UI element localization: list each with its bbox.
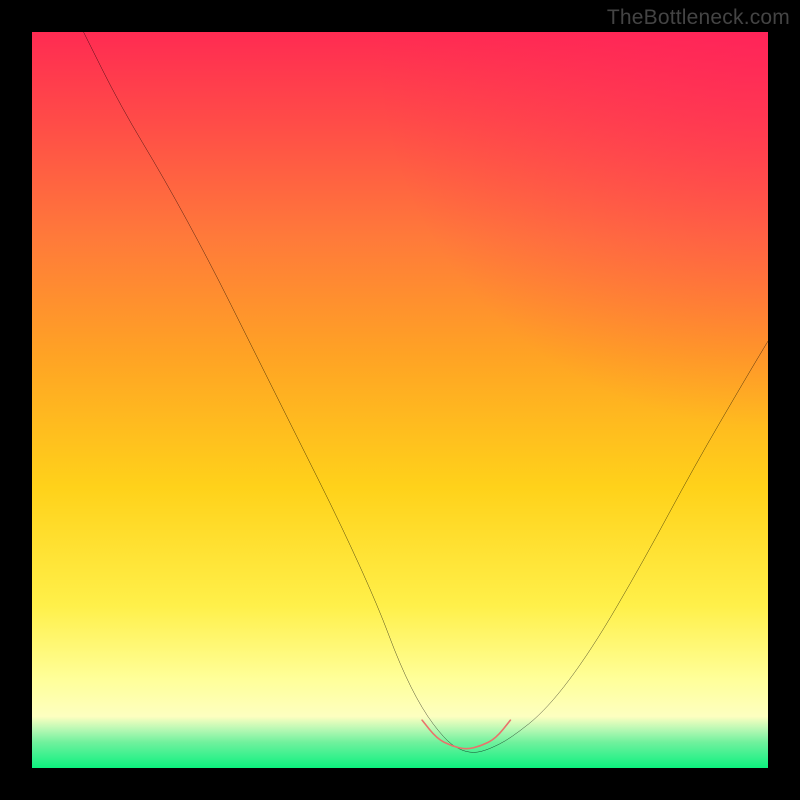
trough-highlight xyxy=(422,720,510,749)
plot-area xyxy=(32,32,768,768)
bottleneck-curve xyxy=(84,32,768,752)
watermark-text: TheBottleneck.com xyxy=(607,6,790,30)
chart-frame: TheBottleneck.com xyxy=(0,0,800,800)
chart-svg xyxy=(32,32,768,768)
